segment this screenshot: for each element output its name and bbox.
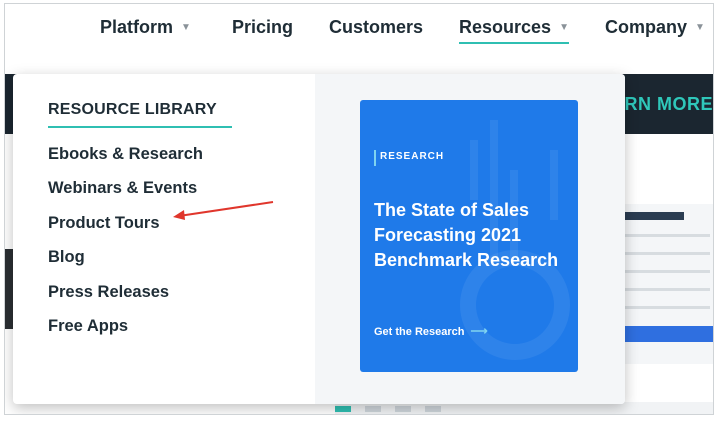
arrow-right-icon: ⟶ — [470, 324, 488, 338]
get-research-link[interactable]: Get the Research ⟶ — [374, 324, 488, 338]
nav-resources-label: Resources — [459, 17, 552, 37]
resource-library-heading: RESOURCE LIBRARY — [48, 101, 217, 118]
cta-label: Get the Research — [374, 326, 465, 338]
nav-platform[interactable]: Platform ▼ — [100, 16, 191, 42]
top-navigation: Platform ▼ Pricing Customers Resources ▼ C… — [5, 4, 713, 66]
heading-underline — [48, 126, 232, 128]
research-promo-card[interactable]: RESEARCH The State of Sales Forecasting … — [360, 100, 578, 372]
nav-platform-label: Platform — [100, 17, 174, 37]
chevron-down-icon: ▼ — [181, 22, 191, 33]
nav-pricing-label: Pricing — [232, 17, 294, 37]
nav-customers[interactable]: Customers — [329, 16, 423, 42]
chevron-down-icon: ▼ — [559, 22, 569, 33]
nav-resources[interactable]: Resources ▼ — [459, 16, 569, 44]
link-blog[interactable]: Blog — [48, 245, 203, 279]
resource-library-links: Ebooks & Research Webinars & Events Prod… — [48, 142, 203, 348]
card-title: The State of Sales Forecasting 2021 Benc… — [374, 200, 559, 270]
link-press-releases[interactable]: Press Releases — [48, 280, 203, 314]
nav-company-label: Company — [605, 17, 688, 37]
annotation-arrow-icon — [173, 201, 274, 220]
screenshot-frame: RN MORE Platform ▼ Pricing Customers Reso… — [4, 3, 714, 415]
nav-pricing[interactable]: Pricing — [232, 16, 293, 42]
learn-more-link[interactable]: RN MORE — [625, 94, 714, 115]
tag-accent-bar — [374, 150, 376, 166]
nav-customers-label: Customers — [329, 17, 424, 37]
resources-dropdown: RESOURCE LIBRARY Ebooks & Research Webin… — [13, 74, 625, 404]
link-free-apps[interactable]: Free Apps — [48, 314, 203, 348]
chevron-down-icon: ▼ — [695, 22, 705, 33]
background-product-screenshot — [617, 204, 713, 364]
link-ebooks-research[interactable]: Ebooks & Research — [48, 142, 203, 176]
nav-company[interactable]: Company ▼ — [605, 16, 705, 42]
card-tag: RESEARCH — [380, 151, 445, 162]
